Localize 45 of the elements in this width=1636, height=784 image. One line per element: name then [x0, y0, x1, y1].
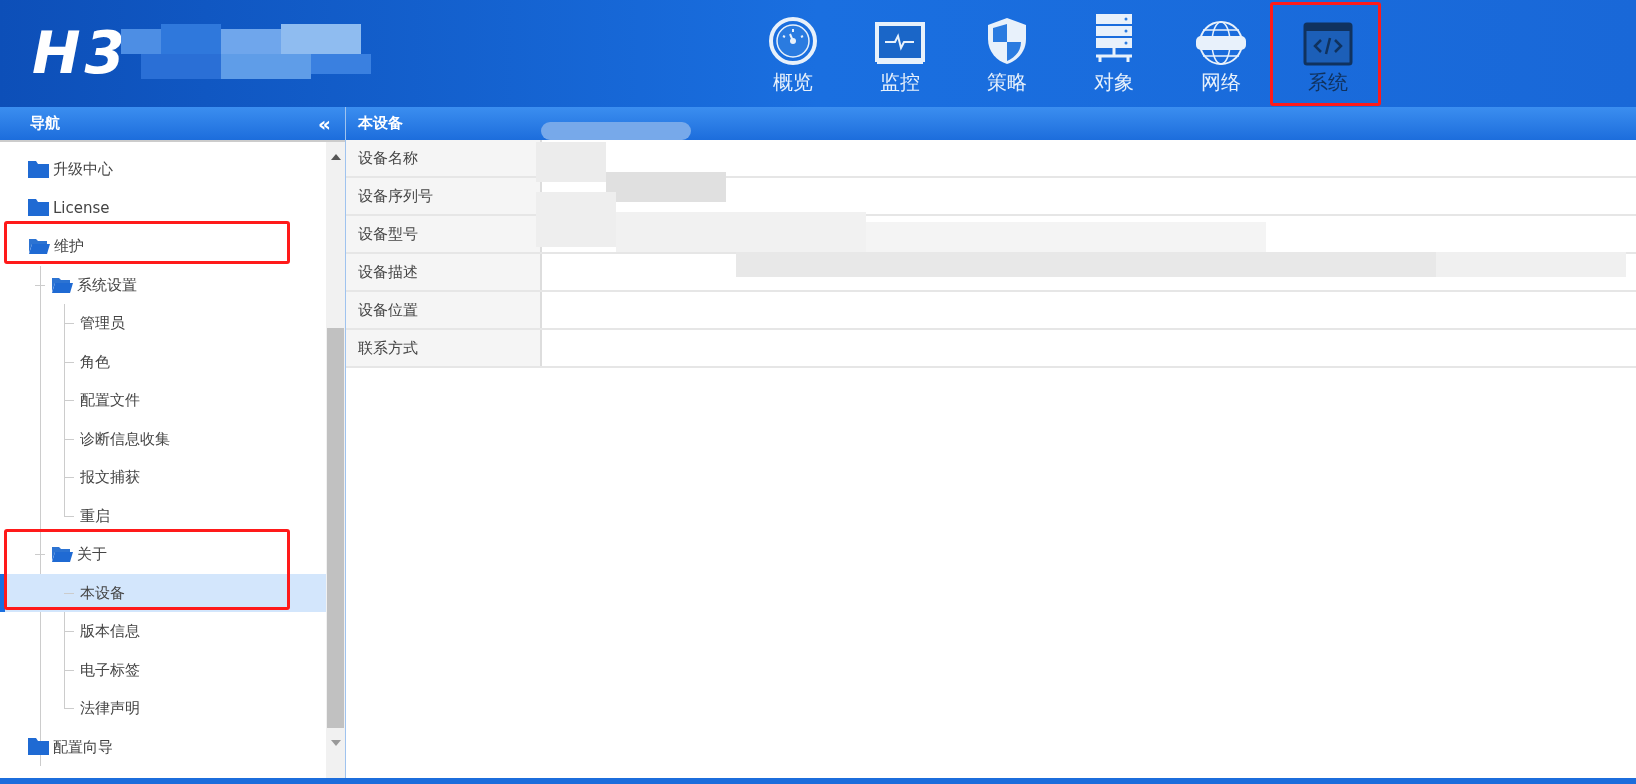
tree-item[interactable]: 法律声明	[0, 689, 326, 728]
code-window-icon	[1302, 21, 1353, 66]
open-folder-icon	[28, 237, 50, 256]
nav-tab[interactable]: 概览	[739, 5, 846, 102]
field-label-cell: 设备描述	[346, 254, 542, 290]
tree-item[interactable]: 重启	[0, 496, 326, 535]
open-folder-icon	[51, 545, 73, 564]
scrollbar[interactable]	[326, 142, 345, 778]
folder-icon	[28, 199, 49, 217]
tree-item[interactable]: 配置文件	[0, 381, 326, 420]
tree-item[interactable]: 角色	[0, 342, 326, 381]
field-label-cell: 联系方式	[346, 330, 542, 366]
tree-item[interactable]: 关于	[0, 535, 326, 574]
tree-item[interactable]: 维护	[0, 227, 326, 266]
tree-item[interactable]: 版本信息	[0, 612, 326, 651]
tree-item[interactable]: 诊断信息收集	[0, 419, 326, 458]
monitor-icon	[874, 21, 925, 66]
scroll-down-icon[interactable]	[330, 740, 341, 746]
tree-item[interactable]: 升级中心	[0, 150, 326, 189]
field-label-cell: 设备名称	[346, 140, 542, 176]
tree-item[interactable]: 管理员	[0, 304, 326, 343]
tree-item[interactable]: License	[0, 188, 326, 227]
scroll-up-icon[interactable]	[330, 154, 341, 160]
tree-item[interactable]: 电子标签	[0, 650, 326, 689]
logo: H3	[32, 18, 129, 89]
field-label-cell: 设备位置	[346, 292, 542, 328]
panel-title: 本设备	[358, 113, 403, 135]
shield-icon	[985, 15, 1028, 66]
nav-tab[interactable]: 策略	[953, 5, 1060, 102]
nav-tab[interactable]: 监控	[846, 5, 953, 102]
field-label-cell: 设备型号	[346, 216, 542, 252]
sidebar-title: 导航	[30, 113, 60, 135]
folder-icon	[28, 160, 49, 178]
gauge-icon	[767, 15, 818, 66]
tree-item[interactable]: 系统设置	[0, 265, 326, 304]
nav-tab[interactable]: 对象	[1060, 5, 1167, 102]
tree-item[interactable]: 报文捕获	[0, 458, 326, 497]
collapse-button[interactable]: «	[318, 113, 331, 134]
scrollbar-thumb[interactable]	[327, 328, 344, 728]
globe-icon	[1194, 19, 1247, 66]
field-label-cell: 设备序列号	[346, 178, 542, 214]
folder-icon	[28, 738, 49, 756]
tree-item[interactable]: 配置向导	[0, 727, 326, 766]
open-folder-icon	[51, 275, 73, 294]
nav-tab[interactable]: 网络	[1167, 5, 1274, 102]
